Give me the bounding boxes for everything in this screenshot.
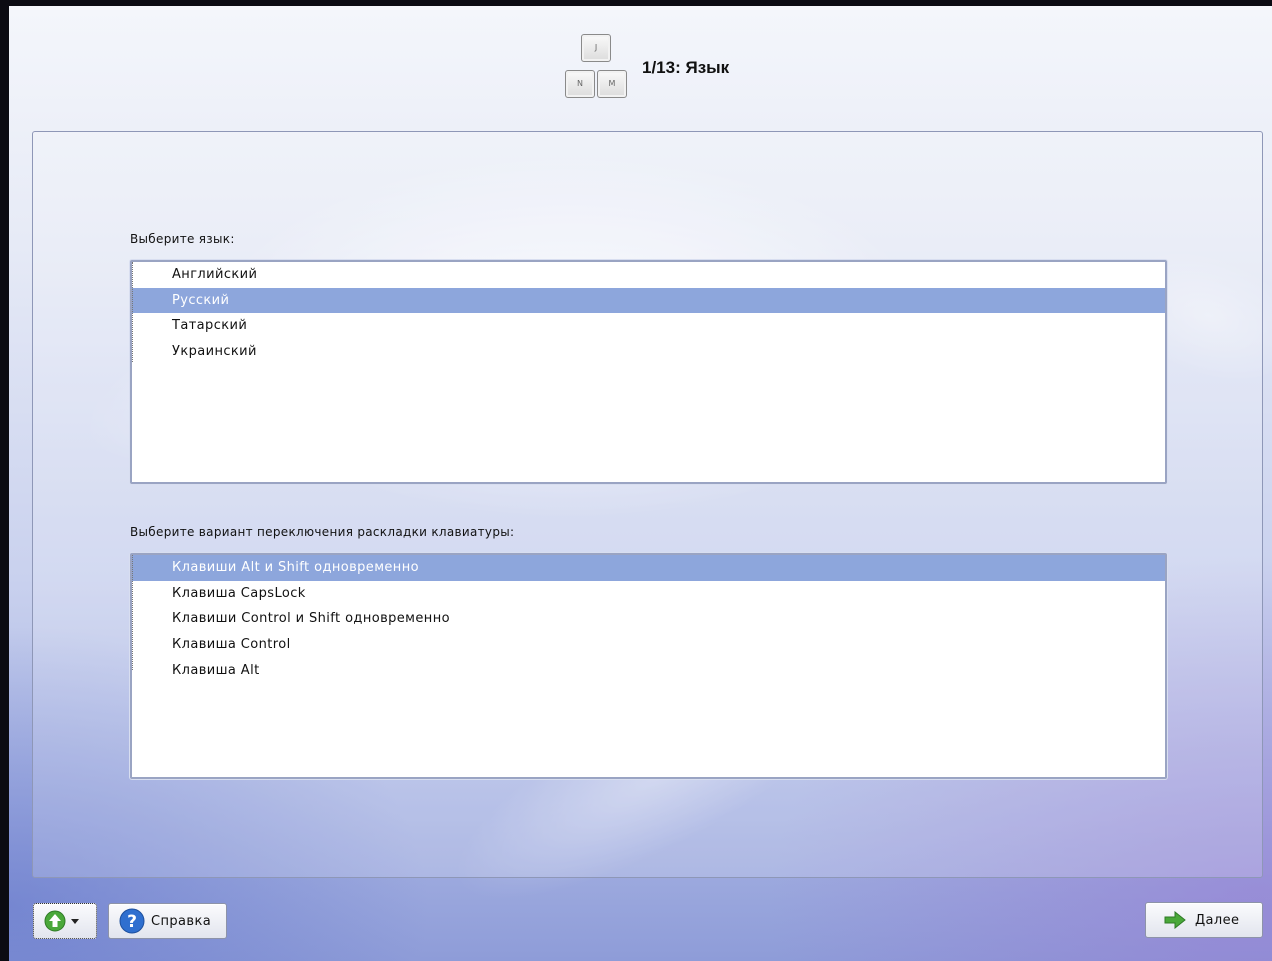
installer-screen: J N M 1/13: Язык Выберите язык: Английск… <box>9 6 1272 961</box>
layout-switch-list-item[interactable]: Клавиши Alt и Shift одновременно <box>132 555 1165 581</box>
next-button-label: Далее <box>1195 912 1240 928</box>
help-icon: ? <box>119 908 145 934</box>
help-button[interactable]: ? Справка <box>108 903 227 939</box>
key-icon: J <box>581 34 611 62</box>
language-list[interactable]: Английский Русский Татарский Украинский <box>130 260 1167 484</box>
layout-switch-list-item[interactable]: Клавиша Alt <box>132 658 1165 684</box>
layout-switch-list-item[interactable]: Клавиши Control и Shift одновременно <box>132 606 1165 632</box>
page-title: 1/13: Язык <box>642 58 730 77</box>
next-arrow-icon <box>1164 911 1186 929</box>
layout-switch-list[interactable]: Клавиши Alt и Shift одновременно Клавиша … <box>130 553 1167 779</box>
key-icon: M <box>597 70 627 98</box>
svg-text:?: ? <box>127 912 137 932</box>
key-icon: N <box>565 70 595 98</box>
language-label: Выберите язык: <box>130 232 235 246</box>
up-arrow-icon <box>44 910 66 932</box>
focus-edge <box>132 262 135 362</box>
next-button[interactable]: Далее <box>1145 902 1263 938</box>
focus-edge <box>132 555 135 670</box>
dropdown-arrow-icon <box>71 919 79 924</box>
keyboard-keys-icon: J N M <box>565 32 631 102</box>
language-list-item[interactable]: Татарский <box>132 313 1165 339</box>
layout-switch-list-item[interactable]: Клавиша CapsLock <box>132 581 1165 607</box>
layout-switch-list-item[interactable]: Клавиша Control <box>132 632 1165 658</box>
language-list-item[interactable]: Украинский <box>132 339 1165 365</box>
layout-switch-label: Выберите вариант переключения раскладки … <box>130 525 515 539</box>
language-list-item[interactable]: Русский <box>132 287 1165 314</box>
help-button-label: Справка <box>151 913 212 929</box>
up-menu-button[interactable] <box>33 903 97 939</box>
language-list-item[interactable]: Английский <box>132 262 1165 288</box>
header: J N M 1/13: Язык <box>9 6 1272 126</box>
